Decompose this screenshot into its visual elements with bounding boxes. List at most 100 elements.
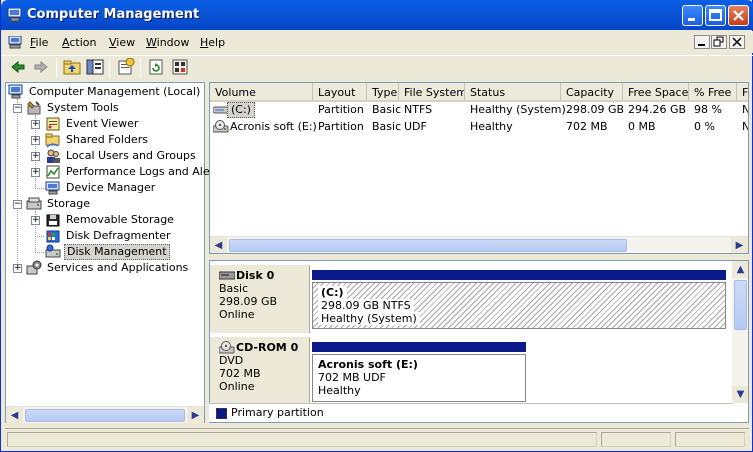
show-hide-tree-icon[interactable] — [86, 58, 104, 76]
column-header-free-space[interactable]: Free Space — [623, 83, 689, 102]
graph-vertical-scrollbar[interactable]: ▲ ▼ — [732, 261, 748, 403]
tree-label: System Tools — [47, 101, 119, 114]
mmc-document-icon[interactable] — [8, 36, 23, 49]
disk-state: Online — [219, 380, 255, 393]
partition-c[interactable]: (C:) 298.09 GB NTFS Healthy (System) — [312, 282, 726, 329]
tree-line — [35, 252, 44, 253]
child-restore-button[interactable] — [711, 35, 727, 49]
computer-management-window: Computer Management File Action View Win… — [0, 0, 753, 452]
scroll-left-arrow-icon[interactable]: ◀ — [6, 407, 23, 424]
computer-icon — [8, 84, 23, 99]
expand-local-users-toggle[interactable]: + — [31, 152, 40, 161]
capacity-cell: 702 MB — [566, 120, 608, 133]
help-icon[interactable] — [171, 58, 189, 76]
expand-removable-storage-toggle[interactable]: + — [31, 216, 40, 225]
capacity-cell: 298.09 GB — [566, 103, 625, 116]
cdrom-0-label[interactable]: CD-ROM 0 DVD 702 MB Online — [210, 337, 310, 405]
legend-label: Primary partition — [231, 406, 324, 419]
menu-window[interactable]: Window — [146, 36, 189, 49]
column-header-type[interactable]: Type — [367, 83, 399, 102]
cd-drive-icon — [219, 341, 235, 354]
partition-detail: 702 MB UDF — [318, 371, 386, 384]
tree-label: Services and Applications — [47, 261, 189, 274]
expand-shared-folders-toggle[interactable]: + — [31, 136, 40, 145]
menu-view[interactable]: View — [109, 36, 135, 49]
expand-performance-logs-toggle[interactable]: + — [31, 168, 40, 177]
scroll-left-arrow-icon[interactable]: ◀ — [210, 237, 227, 253]
window-title: Computer Management — [27, 7, 200, 22]
column-header-status[interactable]: Status — [465, 83, 561, 102]
title-bar[interactable]: Computer Management — [1, 0, 753, 30]
column-header-file-system[interactable]: File System — [399, 83, 465, 102]
tree-line — [17, 99, 18, 269]
menu-file[interactable]: File — [30, 36, 48, 49]
file-system-cell: NTFS — [404, 103, 433, 116]
column-header-layout[interactable]: Layout — [313, 83, 367, 102]
scroll-right-arrow-icon[interactable]: ▶ — [731, 237, 748, 253]
scroll-down-arrow-icon[interactable]: ▼ — [732, 386, 748, 403]
tree-label: Performance Logs and Alerts — [66, 165, 225, 178]
column-header-fault-tolerance[interactable]: F — [737, 83, 748, 102]
status-panel — [675, 432, 745, 447]
disk-type: DVD — [219, 354, 244, 367]
disk-graphical-view[interactable]: Disk 0 Basic 298.09 GB Online (C:) 298.0… — [209, 260, 749, 423]
partition-detail: 298.09 GB NTFS — [318, 299, 414, 312]
primary-partition-bar — [312, 270, 726, 280]
child-minimize-button[interactable] — [694, 35, 710, 49]
child-close-button[interactable] — [729, 35, 745, 49]
performance-icon — [46, 165, 60, 179]
collapse-system-tools-toggle[interactable]: − — [13, 104, 22, 113]
console-tree[interactable]: Computer Management (Local) − System Too… — [5, 82, 224, 424]
disk-0-label[interactable]: Disk 0 Basic 298.09 GB Online — [210, 265, 310, 333]
restore-icon — [713, 36, 724, 47]
tree-label: Event Viewer — [66, 117, 139, 130]
tree-label: Storage — [47, 197, 91, 210]
volume-list-horizontal-scrollbar[interactable]: ◀ ▶ — [210, 236, 748, 253]
column-header-capacity[interactable]: Capacity — [561, 83, 623, 102]
forward-arrow-icon[interactable] — [32, 58, 50, 76]
status-cell: Healthy (System) — [470, 103, 566, 116]
layout-cell: Partition — [318, 120, 364, 133]
close-button[interactable] — [728, 5, 749, 26]
tree-label: Removable Storage — [66, 213, 174, 226]
menu-help[interactable]: Help — [200, 36, 225, 49]
maximize-button[interactable] — [705, 5, 726, 26]
scroll-up-arrow-icon[interactable]: ▲ — [732, 261, 748, 278]
tools-icon — [27, 101, 41, 115]
partition-e[interactable]: Acronis soft (E:) 702 MB UDF Healthy — [312, 354, 526, 402]
scroll-thumb[interactable] — [734, 280, 747, 330]
status-panel — [601, 432, 671, 447]
removable-storage-icon — [46, 214, 60, 227]
storage-icon — [26, 197, 42, 210]
hard-disk-icon — [219, 271, 235, 280]
services-icon — [26, 260, 42, 275]
expand-event-viewer-toggle[interactable]: + — [31, 120, 40, 129]
percent-free-cell: 98 % — [694, 103, 722, 116]
partition-status: Healthy — [318, 384, 361, 397]
tree-label: Disk Management — [64, 244, 170, 260]
scroll-right-arrow-icon[interactable]: ▶ — [187, 407, 204, 424]
tree-horizontal-scrollbar[interactable]: ◀ ▶ — [6, 406, 204, 424]
status-bar — [5, 428, 749, 448]
minimize-icon — [688, 18, 695, 21]
menu-action[interactable]: Action — [62, 36, 96, 49]
scroll-thumb[interactable] — [25, 409, 185, 422]
tree-label: Disk Defragmenter — [66, 229, 171, 242]
minimize-button[interactable] — [682, 5, 703, 26]
up-folder-icon[interactable] — [63, 58, 81, 76]
scroll-thumb[interactable] — [229, 239, 627, 252]
status-panel — [7, 432, 597, 447]
close-icon — [733, 10, 744, 21]
disk-size: 298.09 GB — [219, 295, 278, 308]
tree-label: Local Users and Groups — [66, 149, 196, 162]
disk-management-icon — [45, 244, 61, 258]
properties-icon[interactable] — [117, 58, 135, 76]
volume-list[interactable]: Volume Layout Type File System Status Ca… — [209, 82, 749, 254]
expand-services-toggle[interactable]: + — [13, 264, 22, 273]
column-header-percent-free[interactable]: % Free — [689, 83, 737, 102]
column-header-volume[interactable]: Volume — [210, 83, 313, 102]
close-icon — [732, 37, 742, 47]
back-arrow-icon[interactable] — [9, 58, 27, 76]
collapse-storage-toggle[interactable]: − — [13, 200, 22, 209]
refresh-icon[interactable] — [147, 58, 165, 76]
